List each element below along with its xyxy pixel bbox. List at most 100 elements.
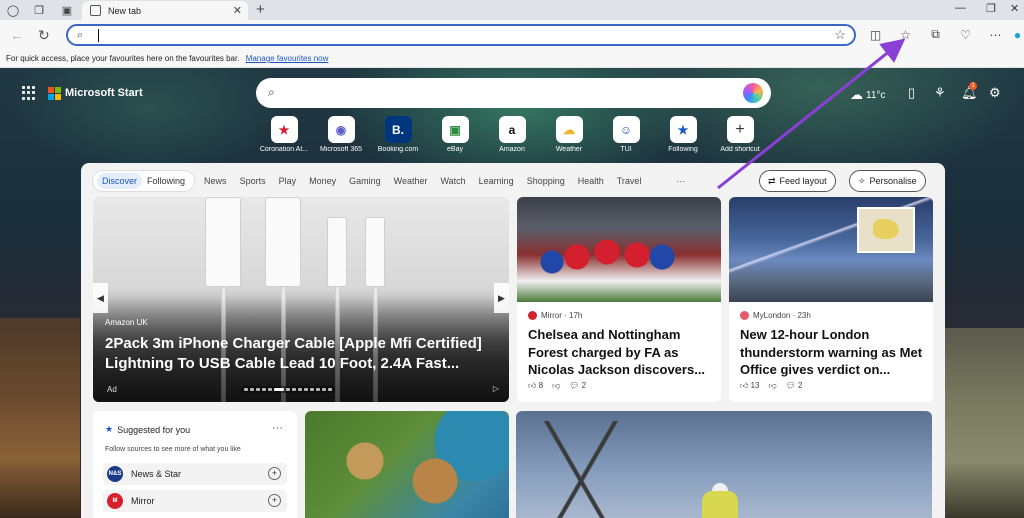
suggested-more-button[interactable]: ···: [272, 422, 283, 434]
like-count: 8: [538, 381, 544, 390]
category-shopping[interactable]: Shopping: [527, 176, 565, 186]
card-title[interactable]: New 12-hour London thunderstorm warning …: [740, 326, 926, 379]
tab-new-tab[interactable]: New tab ✕: [82, 1, 248, 20]
comments-button[interactable]: 💬︎ 2: [569, 381, 586, 391]
hero-title[interactable]: 2Pack 3m iPhone Charger Cable [Apple Mfi…: [105, 334, 505, 374]
suggested-subtitle: Follow sources to see more of what you l…: [105, 446, 241, 453]
dislike-icon[interactable]: 👎︎: [552, 381, 560, 391]
shortcut-label: Booking.com: [377, 146, 419, 153]
mylondon-logo-icon: [740, 311, 749, 320]
shortcut-coronation[interactable]: ★ Coronation At...: [254, 116, 314, 153]
category-news[interactable]: News: [204, 176, 227, 186]
more-categories-button[interactable]: ···: [676, 176, 685, 186]
tab-following[interactable]: Following: [142, 173, 190, 189]
settings-more-icon[interactable]: ⋯: [988, 27, 1003, 42]
follow-plus-icon[interactable]: +: [268, 494, 281, 507]
shortcut-following[interactable]: ★ Following: [653, 116, 713, 153]
card-source: MyLondon · 23h: [740, 311, 811, 320]
layout-icon: ⇄: [768, 175, 776, 186]
shortcut-label: TUI: [620, 146, 632, 153]
split-screen-icon[interactable]: ◫: [868, 27, 883, 42]
category-sports[interactable]: Sports: [240, 176, 266, 186]
category-play[interactable]: Play: [279, 176, 297, 186]
coronation-icon: ★: [270, 116, 298, 143]
favourites-bar: For quick access, place your favourites …: [0, 50, 1024, 68]
thumbs-up-icon: 👍︎: [528, 381, 537, 390]
maximize-icon[interactable]: ❐: [986, 2, 996, 15]
web-search-box[interactable]: ⌕: [256, 78, 771, 108]
like-button[interactable]: 👍︎ 8: [528, 381, 543, 391]
game-promo-card[interactable]: [305, 411, 509, 518]
tab-strip: ◯ ❐ ▣ New tab ✕ + — ❐ ✕: [0, 0, 1024, 20]
copilot-sidebar-icon[interactable]: ●: [1010, 27, 1024, 42]
comment-icon: 💬︎: [569, 381, 580, 390]
feed-layout-button[interactable]: ⇄ Feed layout: [759, 170, 836, 192]
suggested-source-row[interactable]: M Mirror +: [103, 490, 287, 512]
brand-name[interactable]: Microsoft Start: [65, 87, 143, 99]
feed-navigation: Discover Following News Sports Play Mone…: [93, 169, 685, 193]
hero-ad-card[interactable]: ◀ ▶ Amazon UK 2Pack 3m iPhone Charger Ca…: [93, 197, 509, 402]
category-weather[interactable]: Weather: [394, 176, 428, 186]
comments-button[interactable]: 💬︎ 2: [786, 381, 803, 391]
weather-widget[interactable]: ☁ 11°c: [850, 87, 885, 103]
personalise-button[interactable]: ✧ Personalise: [849, 170, 926, 192]
suggested-source-row[interactable]: N&S News & Star +: [103, 463, 287, 485]
notification-badge: 1: [969, 82, 977, 90]
hero-prev-arrow-icon[interactable]: ◀: [93, 283, 108, 313]
tab-title: New tab: [108, 5, 142, 16]
minimize-icon[interactable]: —: [955, 2, 966, 14]
phone-icon[interactable]: ▯: [908, 85, 915, 101]
close-tab-icon[interactable]: ✕: [233, 4, 242, 17]
tab-actions-icon[interactable]: ▣: [60, 3, 74, 17]
favourites-icon[interactable]: ☆: [898, 27, 913, 42]
rewards-icon[interactable]: ⚘: [934, 85, 946, 101]
shortcut-tui[interactable]: ☺ TUI: [596, 116, 656, 153]
collections-icon[interactable]: ⧉: [928, 27, 943, 42]
news-card-london-storm[interactable]: MyLondon · 23h New 12-hour London thunde…: [729, 197, 933, 402]
back-icon[interactable]: ←: [10, 27, 24, 43]
category-health[interactable]: Health: [578, 176, 604, 186]
close-window-icon[interactable]: ✕: [1010, 2, 1019, 15]
category-watch[interactable]: Watch: [440, 176, 465, 186]
bare-tree-image: [536, 421, 626, 518]
london-thunderstorm-image: [729, 197, 933, 302]
favourite-star-icon[interactable]: ☆: [834, 27, 846, 43]
news-feed: Discover Following News Sports Play Mone…: [81, 163, 945, 518]
refresh-icon[interactable]: ↻: [38, 27, 50, 44]
card-title[interactable]: Chelsea and Nottingham Forest charged by…: [528, 326, 714, 379]
page-settings-gear-icon[interactable]: ⚙: [989, 85, 1001, 101]
category-travel[interactable]: Travel: [617, 176, 642, 186]
mirror-logo-icon: M: [107, 493, 123, 509]
news-card-chelsea[interactable]: Mirror · 17h Chelsea and Nottingham Fore…: [517, 197, 721, 402]
new-tab-button[interactable]: +: [256, 1, 265, 18]
tab-discover[interactable]: Discover: [97, 173, 143, 189]
microsoft-365-icon: ◉: [327, 116, 355, 143]
shortcut-add[interactable]: + Add shortcut: [710, 116, 770, 153]
like-button[interactable]: 👍︎ 13: [740, 381, 760, 391]
shortcut-booking[interactable]: B. Booking.com: [368, 116, 428, 153]
browser-essentials-icon[interactable]: ♡: [958, 27, 973, 42]
copilot-icon[interactable]: [743, 83, 763, 103]
hero-next-arrow-icon[interactable]: ▶: [494, 283, 509, 313]
app-launcher-icon[interactable]: [22, 86, 36, 100]
address-bar[interactable]: ⌕ ☆: [66, 24, 856, 46]
shortcut-weather[interactable]: ☁ Weather: [539, 116, 599, 153]
profile-icon[interactable]: ◯: [6, 3, 20, 17]
workspaces-icon[interactable]: ❐: [32, 3, 46, 17]
cloud-icon: ☁: [850, 87, 863, 102]
dislike-icon[interactable]: 👎︎: [769, 381, 777, 391]
star-icon: ★: [105, 424, 114, 434]
carousel-dots[interactable]: [241, 386, 335, 393]
feed-layout-label: Feed layout: [779, 176, 827, 186]
follow-plus-icon[interactable]: +: [268, 467, 281, 480]
ad-info-icon[interactable]: ▷: [493, 384, 499, 393]
manage-favourites-link[interactable]: Manage favourites now: [246, 54, 329, 63]
shortcut-amazon[interactable]: a Amazon: [482, 116, 542, 153]
shortcut-microsoft-365[interactable]: ◉ Microsoft 365: [311, 116, 371, 153]
category-gaming[interactable]: Gaming: [349, 176, 381, 186]
category-learning[interactable]: Learning: [479, 176, 514, 186]
shortcut-ebay[interactable]: ▣ eBay: [425, 116, 485, 153]
card-reactions: 👍︎ 8 👎︎ 💬︎ 2: [528, 381, 586, 391]
category-money[interactable]: Money: [309, 176, 336, 186]
news-card-power-worker[interactable]: [516, 411, 932, 518]
